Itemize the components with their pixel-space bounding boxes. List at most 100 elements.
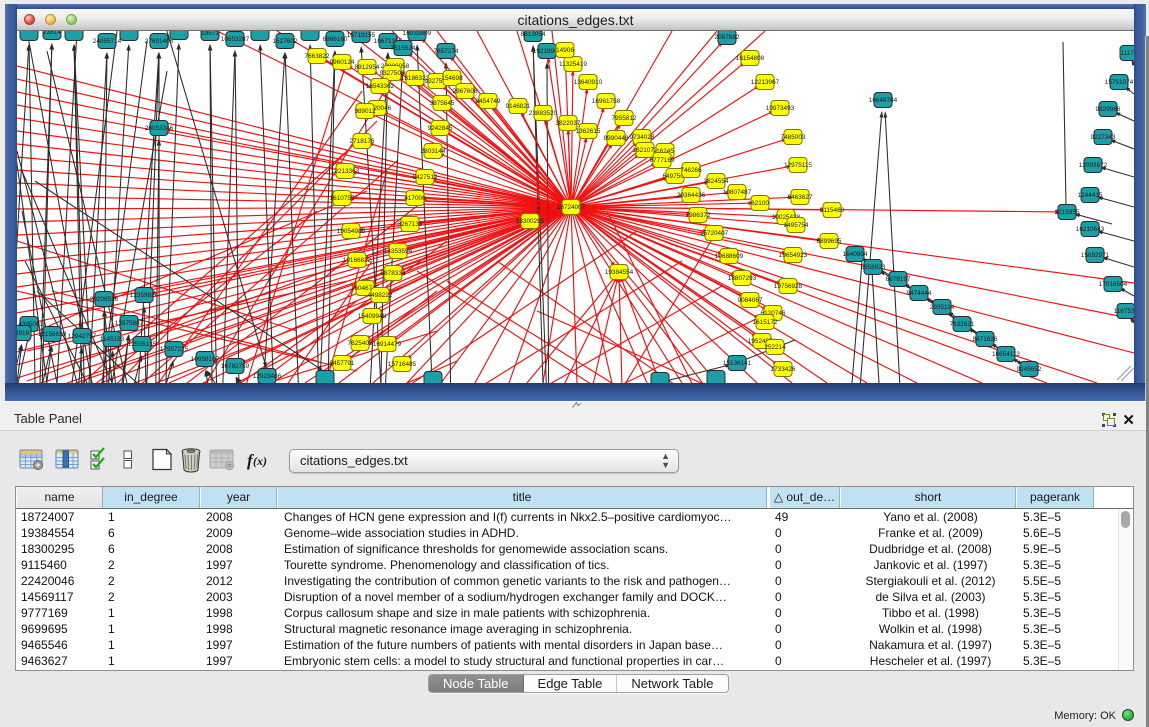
svg-text:154698: 154698 [441, 75, 463, 82]
svg-text:20206536: 20206536 [90, 296, 119, 303]
svg-text:12213363: 12213363 [331, 168, 360, 175]
svg-text:8427512: 8427512 [413, 174, 438, 181]
svg-text:19166822: 19166822 [343, 257, 372, 264]
svg-text:1733426: 1733426 [771, 366, 796, 373]
svg-text:10654112: 10654112 [992, 351, 1020, 358]
svg-text:10653287: 10653287 [221, 36, 250, 43]
svg-text:8454749: 8454749 [476, 98, 501, 105]
svg-text:1244415: 1244415 [1078, 192, 1103, 199]
svg-text:20364436: 20364436 [677, 192, 706, 199]
svg-text:9960124: 9960124 [330, 59, 355, 66]
svg-text:8878334: 8878334 [381, 270, 406, 277]
svg-text:7515524: 7515524 [391, 45, 416, 52]
svg-text:252214: 252214 [764, 344, 786, 351]
svg-text:23814: 23814 [43, 31, 61, 36]
svg-text:8990448: 8990448 [604, 135, 629, 142]
svg-text:18300295: 18300295 [516, 218, 545, 225]
svg-text:23883520: 23883520 [529, 110, 558, 117]
svg-text:24055714: 24055714 [93, 38, 122, 45]
svg-text:26053346: 26053346 [145, 125, 174, 132]
svg-text:62100: 62100 [751, 200, 769, 207]
svg-text:19384554: 19384554 [605, 269, 634, 276]
svg-text:12942757: 12942757 [68, 333, 97, 340]
svg-text:16961758: 16961758 [592, 98, 621, 105]
svg-text:16033809: 16033809 [403, 31, 432, 37]
svg-text:15692971: 15692971 [1081, 252, 1110, 259]
svg-text:9084067: 9084067 [738, 297, 763, 304]
svg-text:12505135: 12505135 [128, 341, 157, 348]
svg-text:1610755: 1610755 [330, 195, 355, 202]
svg-text:7857274: 7857274 [434, 48, 459, 55]
svg-text:15136141: 15136141 [723, 360, 752, 367]
svg-text:8813054: 8813054 [521, 31, 546, 38]
svg-text:16782759: 16782759 [221, 363, 250, 370]
svg-text:(x): (x) [253, 454, 267, 468]
svg-text:16154808: 16154808 [736, 55, 765, 62]
svg-text:12093872: 12093872 [1079, 162, 1108, 169]
svg-text:18807293: 18807293 [728, 275, 757, 282]
svg-text:10688609: 10688609 [715, 253, 744, 260]
svg-text:15751074: 15751074 [1105, 79, 1134, 86]
svg-text:2718176: 2718176 [350, 138, 375, 145]
svg-text:4498222: 4498222 [368, 292, 393, 299]
svg-text:11325419: 11325419 [559, 61, 587, 68]
svg-text:9242845: 9242845 [428, 125, 453, 132]
svg-text:9734028: 9734028 [630, 134, 655, 141]
svg-text:8471626: 8471626 [973, 336, 998, 343]
svg-text:9227343: 9227343 [1091, 134, 1116, 141]
svg-text:16914479: 16914479 [373, 341, 402, 348]
svg-text:14353594: 14353594 [384, 248, 413, 255]
svg-text:16648784: 16648784 [869, 97, 898, 104]
svg-text:16210643: 16210643 [1076, 226, 1105, 233]
svg-text:5958923: 5958923 [861, 264, 886, 271]
svg-text:12213967: 12213967 [751, 79, 780, 86]
svg-text:10958107: 10958107 [191, 356, 220, 363]
svg-text:3875645: 3875645 [430, 100, 455, 107]
svg-text:17016504: 17016504 [1099, 281, 1128, 288]
svg-text:1362615: 1362615 [576, 128, 601, 135]
svg-text:8912954: 8912954 [355, 64, 380, 71]
svg-text:2967608: 2967608 [453, 88, 478, 95]
svg-text:13975887: 13975887 [115, 320, 144, 327]
svg-text:9146821: 9146821 [506, 103, 531, 110]
svg-text:9245652: 9245652 [1017, 366, 1042, 373]
svg-text:7625402: 7625402 [348, 340, 373, 347]
svg-text:7663822: 7663822 [305, 53, 330, 60]
svg-text:9474444: 9474444 [907, 290, 932, 297]
svg-text:9463627: 9463627 [788, 194, 813, 201]
svg-text:11173: 11173 [1121, 50, 1134, 57]
svg-text:12923486: 12923486 [253, 373, 282, 380]
svg-text:18724007: 18724007 [557, 204, 586, 211]
svg-text:19654923: 19654923 [779, 252, 808, 259]
svg-text:1495754: 1495754 [784, 222, 809, 229]
svg-text:17957225: 17957225 [160, 346, 189, 353]
svg-text:9777169: 9777169 [650, 157, 675, 164]
svg-text:9115460: 9115460 [820, 207, 845, 214]
svg-text:19756928: 19756928 [774, 283, 803, 290]
svg-text:7986372: 7986372 [686, 212, 711, 219]
svg-text:6966160: 6966160 [323, 36, 348, 43]
svg-text:2087682: 2087682 [715, 34, 740, 41]
svg-text:989012: 989012 [354, 108, 376, 115]
svg-text:3822037: 3822037 [556, 120, 581, 127]
svg-text:7955812: 7955812 [612, 115, 637, 122]
svg-text:10973493: 10973493 [766, 105, 795, 112]
svg-text:15716485: 15716485 [388, 361, 417, 368]
svg-text:6679197: 6679197 [886, 276, 911, 283]
svg-text:15720407: 15720407 [700, 230, 729, 237]
svg-text:3919: 3919 [17, 330, 30, 337]
svg-text:746266: 746266 [680, 167, 702, 174]
svg-text:7632621: 7632621 [950, 321, 975, 328]
svg-text:1167533: 1167533 [1114, 308, 1134, 315]
svg-text:1527602: 1527602 [273, 38, 298, 45]
svg-text:6899695: 6899695 [817, 238, 842, 245]
svg-text:16543362: 16543362 [366, 83, 395, 90]
svg-text:3824554: 3824554 [704, 178, 729, 185]
svg-text:1640954: 1640954 [843, 251, 868, 258]
svg-text:15409948: 15409948 [358, 313, 387, 320]
svg-text:19054985: 19054985 [337, 228, 366, 235]
svg-text:3215955: 3215955 [1055, 209, 1080, 216]
svg-text:12975115: 12975115 [784, 162, 812, 169]
svg-text:10807487: 10807487 [723, 189, 752, 196]
svg-text:1145193: 1145193 [100, 336, 125, 343]
